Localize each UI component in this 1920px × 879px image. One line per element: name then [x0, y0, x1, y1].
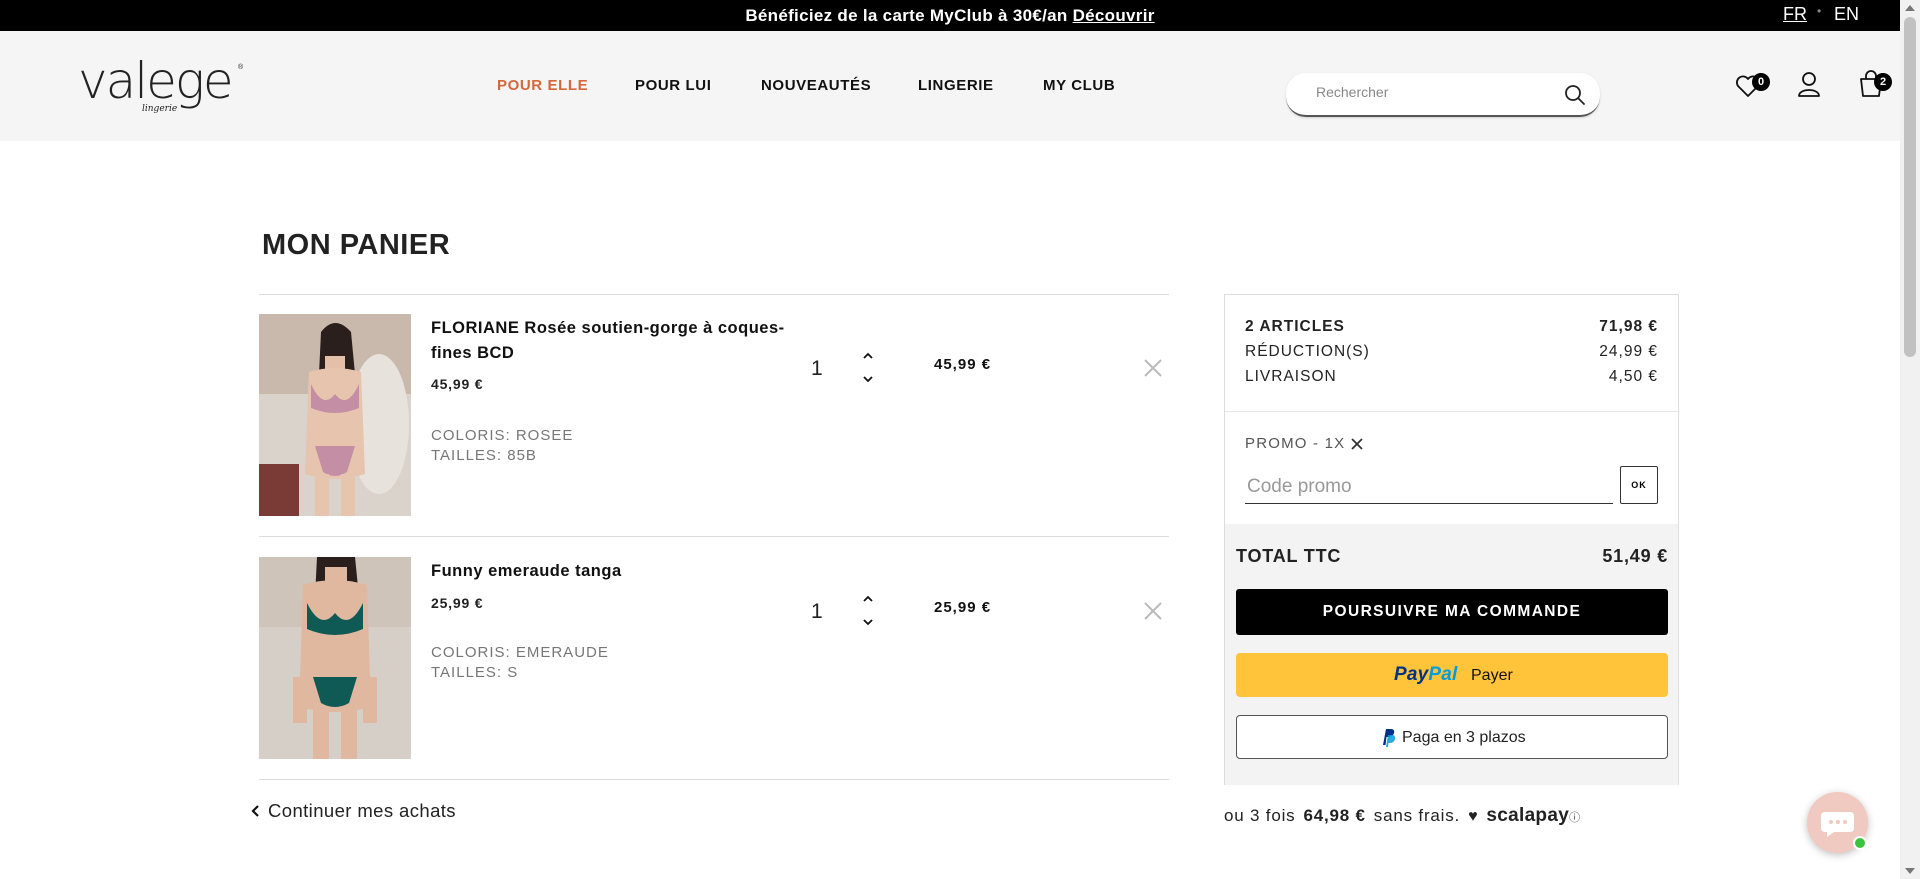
language-separator: • [1817, 4, 1822, 18]
total-label: TOTAL TTC [1236, 546, 1342, 566]
continue-shopping-link[interactable]: Continuer mes achats [250, 800, 456, 822]
account-user-icon[interactable] [1794, 69, 1824, 99]
quantity-increase-chevron-up-icon[interactable] [859, 349, 877, 363]
articles-label: 2 ARTICLES [1245, 318, 1345, 335]
product-image-funny-emeraude[interactable] [259, 557, 411, 759]
product-color: COLORIS: ROSEE [431, 427, 574, 444]
cart-item: FLORIANE Rosée soutien-gorge à coques-fi… [259, 314, 1169, 516]
product-size: TAILLES: 85B [431, 447, 537, 464]
nav-my-club[interactable]: MY CLUB [1043, 77, 1115, 94]
remove-item-close-icon[interactable] [1142, 357, 1164, 379]
announcement-bar: Bénéficiez de la carte MyClub à 30€/an D… [0, 0, 1900, 31]
scalapay-suffix: sans frais. [1373, 806, 1461, 825]
scalapay-info-icon[interactable]: ⓘ [1569, 812, 1581, 824]
paypal-pay-in-3-label: Paga en 3 plazos [1402, 729, 1526, 746]
scalapay-heart-icon: ♥ [1468, 808, 1479, 825]
paypal-logo: PayPal [1394, 664, 1458, 686]
remove-promo-close-icon[interactable] [1349, 436, 1365, 452]
announcement-text: Bénéficiez de la carte MyClub à 30€/an D… [0, 6, 1900, 26]
site-header: valege lingerie ® POUR ELLE POUR LUI NOU… [0, 31, 1900, 141]
valege-logo[interactable]: valege lingerie ® [78, 56, 243, 116]
search-icon[interactable] [1564, 84, 1586, 106]
search-box [1286, 73, 1600, 117]
scalapay-installments: ou 3 fois 64,98 € sans frais. ♥ scalapayⓘ [1224, 805, 1581, 827]
chevron-left-icon [251, 805, 259, 817]
product-attributes: COLORIS: EMERAUDE TAILLES: S [431, 643, 609, 683]
quantity-value[interactable]: 1 [811, 357, 823, 381]
page-scrollbar[interactable] [1900, 0, 1920, 879]
product-name[interactable]: FLORIANE Rosée soutien-gorge à coques-fi… [431, 316, 811, 366]
page-title: MON PANIER [262, 229, 451, 261]
promo-ok-button[interactable]: OK [1620, 466, 1658, 504]
announcement-message: Bénéficiez de la carte MyClub à 30€/an [745, 6, 1073, 25]
cart-divider-top [259, 294, 1169, 295]
product-name[interactable]: Funny emeraude tanga [431, 559, 811, 584]
cart-divider-bottom [259, 779, 1169, 780]
logo-subtitle: lingerie [142, 104, 178, 114]
nav-nouveautes[interactable]: NOUVEAUTÉS [761, 77, 871, 94]
quantity-value[interactable]: 1 [811, 600, 823, 624]
logo-registered-mark: ® [238, 64, 244, 71]
paypal-pay-button[interactable]: PayPal Payer [1236, 653, 1668, 697]
announcement-discover-link[interactable]: Découvrir [1073, 6, 1155, 25]
quantity-increase-chevron-up-icon[interactable] [859, 592, 877, 606]
scrollbar-thumb[interactable] [1904, 17, 1916, 357]
chat-widget-button[interactable] [1807, 792, 1868, 853]
product-size: TAILLES: S [431, 664, 519, 681]
product-unit-price: 25,99 € [431, 595, 484, 611]
language-fr-link[interactable]: FR [1783, 4, 1807, 25]
quantity-decrease-chevron-down-icon[interactable] [859, 615, 877, 629]
summary-reduction-row: RÉDUCTION(S) 24,99 € [1245, 343, 1658, 361]
scalapay-prefix: ou 3 fois [1224, 806, 1296, 825]
product-unit-price: 45,99 € [431, 376, 484, 392]
product-image-floriane[interactable] [259, 314, 411, 516]
cart-count-badge: 2 [1874, 73, 1892, 91]
scalapay-logo: scalapay [1486, 805, 1570, 826]
paypal-pay-in-3-button[interactable]: Paga en 3 plazos [1236, 715, 1668, 759]
paypal-pay-label: Payer [1471, 667, 1513, 684]
paypal-logo-pal: Pal [1428, 664, 1458, 685]
summary-separator [1225, 411, 1678, 412]
quantity-decrease-chevron-down-icon[interactable] [859, 372, 877, 386]
nav-pour-lui[interactable]: POUR LUI [635, 77, 711, 94]
paypal-logo-pay: Pay [1394, 664, 1429, 685]
delivery-label: LIVRAISON [1245, 368, 1337, 385]
cart-item: Funny emeraude tanga 25,99 € COLORIS: EM… [259, 557, 1169, 759]
cart-divider [259, 536, 1169, 537]
order-summary: 2 ARTICLES 71,98 € RÉDUCTION(S) 24,99 € … [1224, 294, 1679, 785]
promo-code-input[interactable] [1245, 470, 1613, 504]
search-input[interactable] [1316, 84, 1546, 100]
total-value: 51,49 € [1602, 546, 1668, 566]
proceed-order-button[interactable]: POURSUIVRE MA COMMANDE [1236, 589, 1668, 635]
summary-total-area: TOTAL TTC 51,49 € POURSUIVRE MA COMMANDE… [1225, 524, 1678, 785]
summary-articles-row: 2 ARTICLES 71,98 € [1245, 318, 1658, 336]
paypal-p-icon [1383, 729, 1396, 747]
product-attributes: COLORIS: ROSEE TAILLES: 85B [431, 426, 573, 466]
scalapay-amount: 64,98 € [1303, 806, 1366, 825]
remove-item-close-icon[interactable] [1142, 600, 1164, 622]
chat-online-indicator [1853, 836, 1867, 850]
scroll-down-arrow-icon[interactable] [1905, 868, 1915, 874]
reduction-value: 24,99 € [1599, 343, 1658, 360]
articles-value: 71,98 € [1599, 318, 1658, 335]
summary-delivery-row: LIVRAISON 4,50 € [1245, 368, 1658, 386]
nav-pour-elle[interactable]: POUR ELLE [497, 77, 588, 94]
language-en-link[interactable]: EN [1834, 4, 1859, 25]
nav-lingerie[interactable]: LINGERIE [918, 77, 994, 94]
line-total-price: 25,99 € [934, 599, 992, 616]
wishlist-count-badge: 0 [1752, 73, 1770, 91]
reduction-label: RÉDUCTION(S) [1245, 343, 1370, 360]
continue-shopping-label: Continuer mes achats [268, 800, 456, 821]
logo-wordmark: valege [78, 52, 234, 110]
product-color: COLORIS: EMERAUDE [431, 644, 609, 661]
applied-promo-label: PROMO - 1X [1245, 435, 1346, 452]
delivery-value: 4,50 € [1608, 368, 1658, 385]
line-total-price: 45,99 € [934, 356, 992, 373]
scroll-up-arrow-icon[interactable] [1905, 5, 1915, 11]
